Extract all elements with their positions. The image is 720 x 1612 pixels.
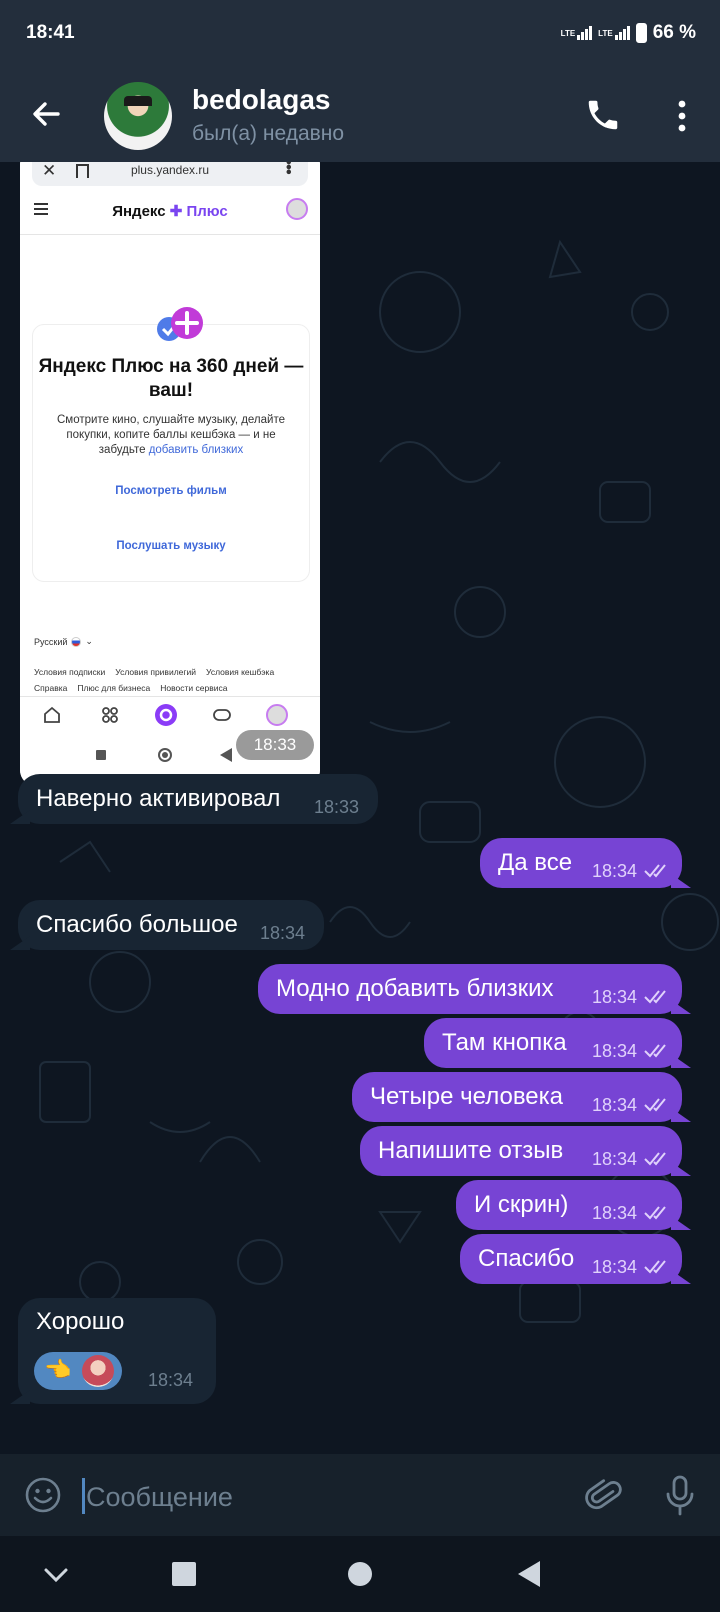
contact-name[interactable]: bedolagas [192,84,330,116]
message-time: 18:34 [592,1149,638,1169]
status-bar: 18:41 LTE LTE 66 % [0,0,720,70]
link-icon [213,709,231,721]
alice-icon [155,704,177,726]
status-icons: LTE LTE 66 % [561,22,696,44]
promo-title: Яндекс Плюс на 360 дней — ваш! [38,356,304,401]
chevron-down-icon[interactable] [38,1556,74,1592]
battery-level: 66 % [652,22,696,43]
contact-avatar[interactable] [104,82,172,150]
chat-area[interactable]: ✕ plus.yandex.ru ••• Яндекс ✚ Плюс Яндек… [0,162,720,1454]
reaction-pill[interactable]: 👈 [34,1352,122,1390]
recents-icon[interactable] [166,1556,202,1592]
message-text: Хорошо [36,1308,125,1335]
read-checkmarks-icon [644,1044,666,1058]
read-checkmarks-icon [644,864,666,878]
message-time: 18:34 [592,861,638,881]
network-type-1: LTE [560,28,576,38]
promo-text: Смотрите кино, слушайте музыку, делайте … [56,414,285,456]
message-text: И скрин) [474,1191,569,1218]
read-checkmarks-icon [644,1206,666,1220]
contact-status: был(а) недавно [192,122,345,145]
signal-icon-1: LTE [561,26,593,40]
back-arrow-icon[interactable] [28,96,64,132]
message-outgoing[interactable]: Напишите отзыв 18:34 [360,1126,682,1176]
home-icon [44,706,60,723]
watch-movie-link: Посмотреть фильм [115,485,227,497]
promo-card: Яндекс Плюс на 360 дней — ваш! Смотрите … [32,307,310,582]
yandex-nav: Яндекс ✚ Плюс [20,188,320,235]
profile-avatar [286,198,308,220]
message-text: Там кнопка [442,1029,567,1056]
phone-icon[interactable] [584,96,622,134]
browser-url: plus.yandex.ru [130,163,210,177]
russia-flag-icon [71,636,82,647]
message-time: 18:34 [592,1203,638,1223]
system-nav-bar [0,1536,720,1612]
language-selector: Русский ⌄ [34,636,93,647]
message-outgoing[interactable]: Там кнопка 18:34 [424,1018,682,1068]
yandex-bottom-nav [20,696,320,733]
message-text: Спасибо большое [36,911,238,938]
attach-icon[interactable] [584,1476,624,1516]
profile-nav-icon [266,704,288,726]
signal-icon-2: LTE [598,26,630,40]
message-text: Напишите отзыв [378,1137,564,1164]
emoji-icon[interactable] [24,1476,62,1514]
message-text: Модно добавить близких [276,975,554,1002]
chevron-down-icon: ⌄ [85,636,93,646]
browser-url-bar: ✕ plus.yandex.ru ••• [32,162,308,186]
home-button-icon[interactable] [342,1556,378,1592]
listen-music-link: Послушать музыку [116,540,226,552]
reaction-emoji: 👈 [44,1357,72,1382]
message-text: Спасибо [478,1245,575,1272]
yandex-plus-logo: Яндекс ✚ Плюс [112,203,228,220]
status-time: 18:41 [26,22,75,43]
services-icon [102,707,118,723]
plus-badge-icon [157,307,203,341]
message-outgoing[interactable]: Модно добавить близких 18:34 [258,964,682,1014]
message-outgoing[interactable]: И скрин) 18:34 [456,1180,682,1230]
message-time: 18:34 [260,923,306,943]
message-time: 18:34 [592,1095,638,1115]
back-triangle-icon[interactable] [512,1556,548,1592]
browser-menu-icon: ••• [279,162,298,174]
message-time: 18:33 [314,797,360,817]
yandex-plus-screenshot: ✕ plus.yandex.ru ••• Яндекс ✚ Плюс Яндек… [20,162,320,786]
more-menu-icon[interactable] [670,96,694,136]
network-type-2: LTE [598,28,613,38]
image-time: 18:33 [236,730,314,760]
add-family-link: добавить близких [148,444,244,456]
message-outgoing[interactable]: Да все 18:34 [480,838,682,888]
microphone-icon[interactable] [664,1474,696,1516]
read-checkmarks-icon [644,990,666,1004]
read-checkmarks-icon [644,1098,666,1112]
message-incoming-with-reaction[interactable]: Хорошо 👈 18:34 [18,1298,216,1404]
message-time: 18:34 [592,1257,638,1277]
message-text: Да все [498,849,573,876]
message-text: Наверно активировал [36,785,281,812]
message-incoming[interactable]: Наверно активировал 18:33 [18,774,378,824]
battery-icon [635,23,647,43]
message-outgoing[interactable]: Спасибо 18:34 [460,1234,682,1284]
read-checkmarks-icon [644,1152,666,1166]
message-text: Четыре человека [370,1083,564,1110]
image-message[interactable]: ✕ plus.yandex.ru ••• Яндекс ✚ Плюс Яндек… [20,162,320,786]
message-input[interactable] [84,1476,538,1518]
message-time: 18:34 [592,1041,638,1061]
chat-header: bedolagas был(а) недавно [0,70,720,162]
footer-links: Условия подписки Условия привилегий Услови… [34,667,275,693]
reactor-avatar [82,1355,114,1387]
message-time: 18:34 [148,1370,194,1390]
message-outgoing[interactable]: Четыре человека 18:34 [352,1072,682,1122]
message-time: 18:34 [592,987,638,1007]
read-checkmarks-icon [644,1260,666,1274]
message-incoming[interactable]: Спасибо большое 18:34 [18,900,324,950]
message-input-bar [0,1454,720,1536]
